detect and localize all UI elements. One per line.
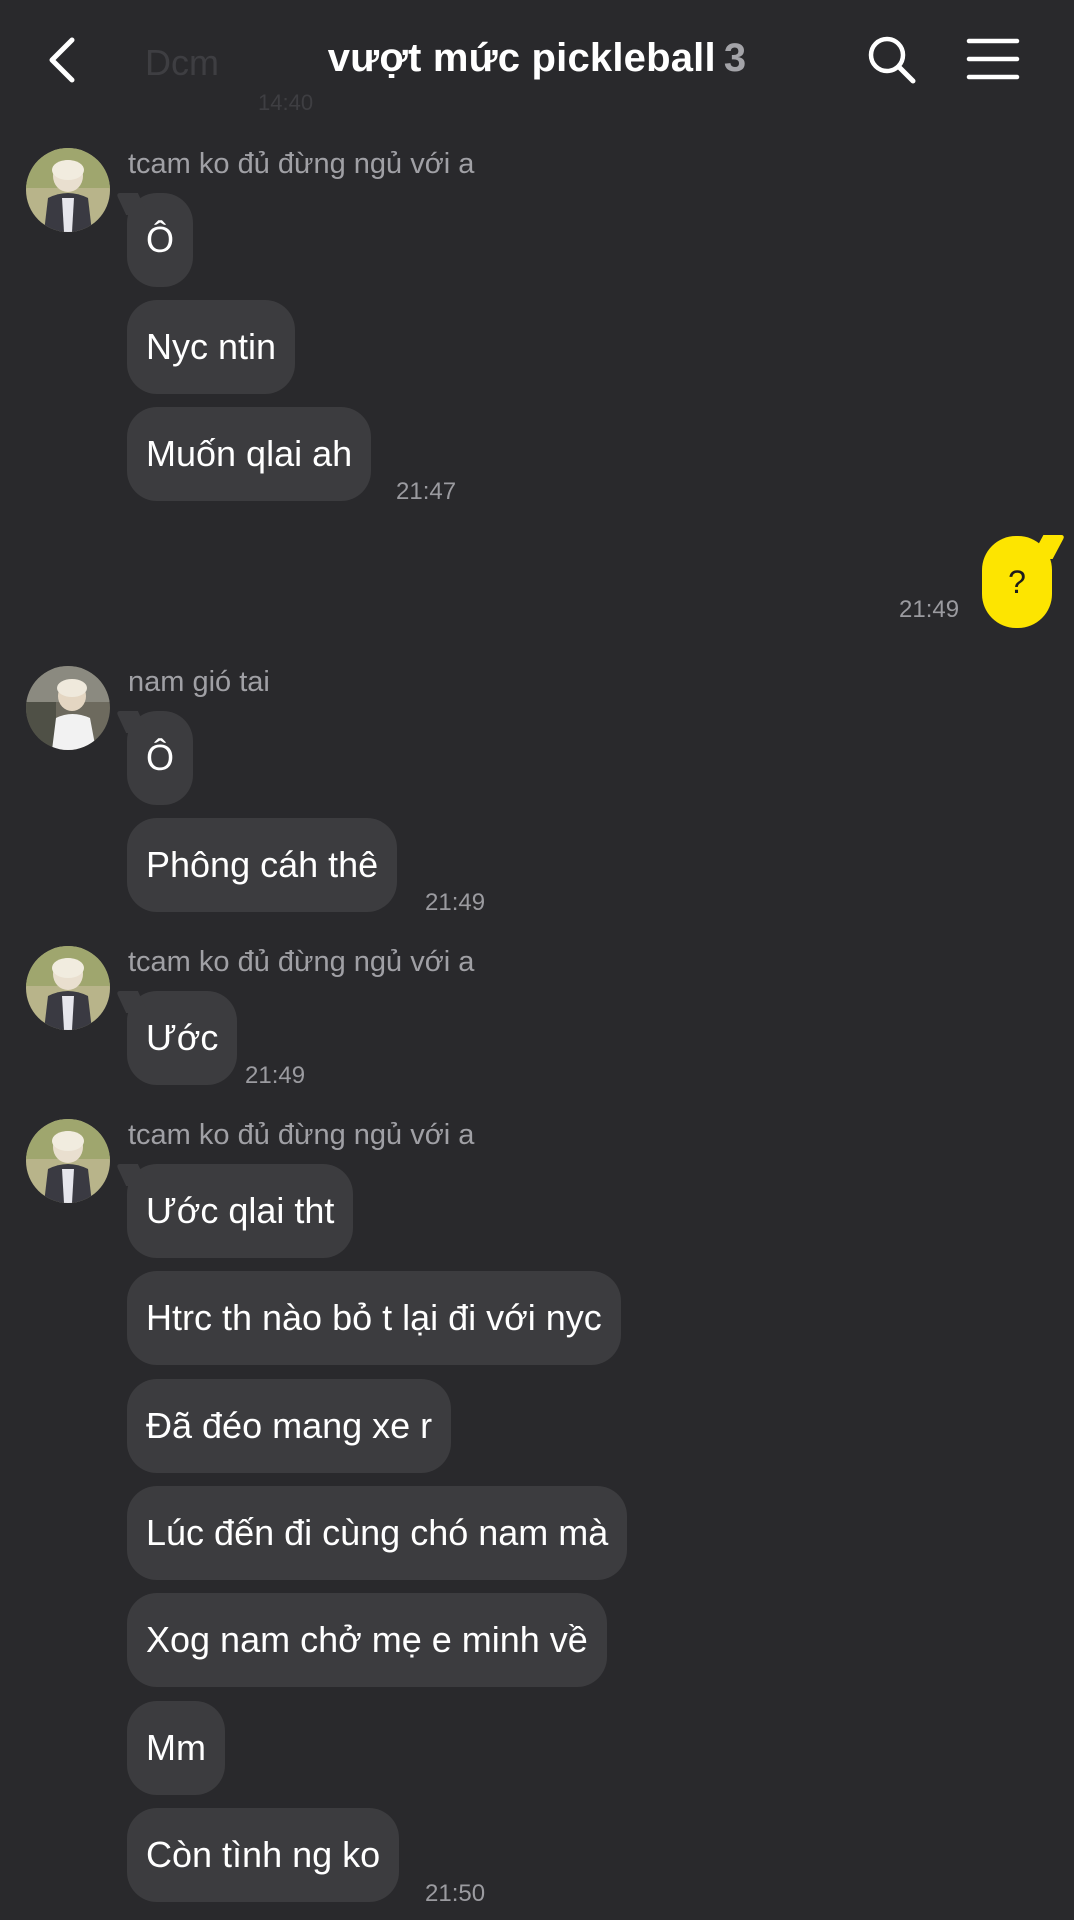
member-count: 3 <box>723 36 747 80</box>
avatar-photo <box>26 946 110 1030</box>
chat-title-text: vượt mức pickleball <box>327 36 716 80</box>
menu-button[interactable] <box>966 36 1020 82</box>
chat-header: Dcm 14:40 vượt mức pickleball 3 <box>0 0 1074 120</box>
avatar-nam[interactable] <box>26 666 110 750</box>
message-bubble[interactable]: Xog nam chở mẹ e minh về <box>127 1593 607 1687</box>
message-bubble[interactable]: Mm <box>127 1701 225 1795</box>
my-message-bubble[interactable]: ? <box>982 536 1052 628</box>
message-time: 21:49 <box>425 889 486 916</box>
avatar-photo <box>26 1119 110 1203</box>
search-button[interactable] <box>866 34 918 86</box>
message-bubble[interactable]: Ước <box>127 991 238 1085</box>
message-bubble[interactable]: Nyc ntin <box>127 300 296 394</box>
message-bubble[interactable]: Còn tình ng ko <box>127 1808 400 1902</box>
sender-name: nam gió tai <box>128 666 270 698</box>
search-icon <box>868 36 916 84</box>
avatar-tcam[interactable] <box>26 946 110 1030</box>
message-bubble[interactable]: Ô <box>127 193 194 287</box>
avatar-tcam[interactable] <box>26 148 110 232</box>
message-bubble[interactable]: Phông cáh thê <box>127 818 398 912</box>
sender-name: tcam ko đủ đừng ngủ với a <box>128 1119 475 1151</box>
message-bubble[interactable]: Lúc đến đi cùng chó nam mà <box>127 1486 628 1580</box>
message-bubble[interactable]: Ô <box>127 711 194 805</box>
sender-name: tcam ko đủ đừng ngủ với a <box>128 946 475 978</box>
avatar-photo <box>26 666 110 750</box>
message-bubble[interactable]: Ước qlai tht <box>127 1164 354 1258</box>
message-bubble[interactable]: Đã đéo mang xe r <box>127 1379 452 1473</box>
message-time: 21:49 <box>245 1062 306 1089</box>
avatar-photo <box>26 148 110 232</box>
message-time: 21:49 <box>899 596 960 623</box>
hamburger-menu-icon <box>966 38 1020 80</box>
avatar-tcam[interactable] <box>26 1119 110 1203</box>
message-bubble[interactable]: Muốn qlai ah <box>127 407 372 501</box>
sender-name: tcam ko đủ đừng ngủ với a <box>128 148 475 180</box>
message-time: 21:47 <box>396 478 457 505</box>
message-bubble[interactable]: Htrc th nào bỏ t lại đi với nyc <box>127 1271 621 1365</box>
message-time: 21:50 <box>425 1880 486 1907</box>
scrolled-message-time: 14:40 <box>258 90 314 115</box>
